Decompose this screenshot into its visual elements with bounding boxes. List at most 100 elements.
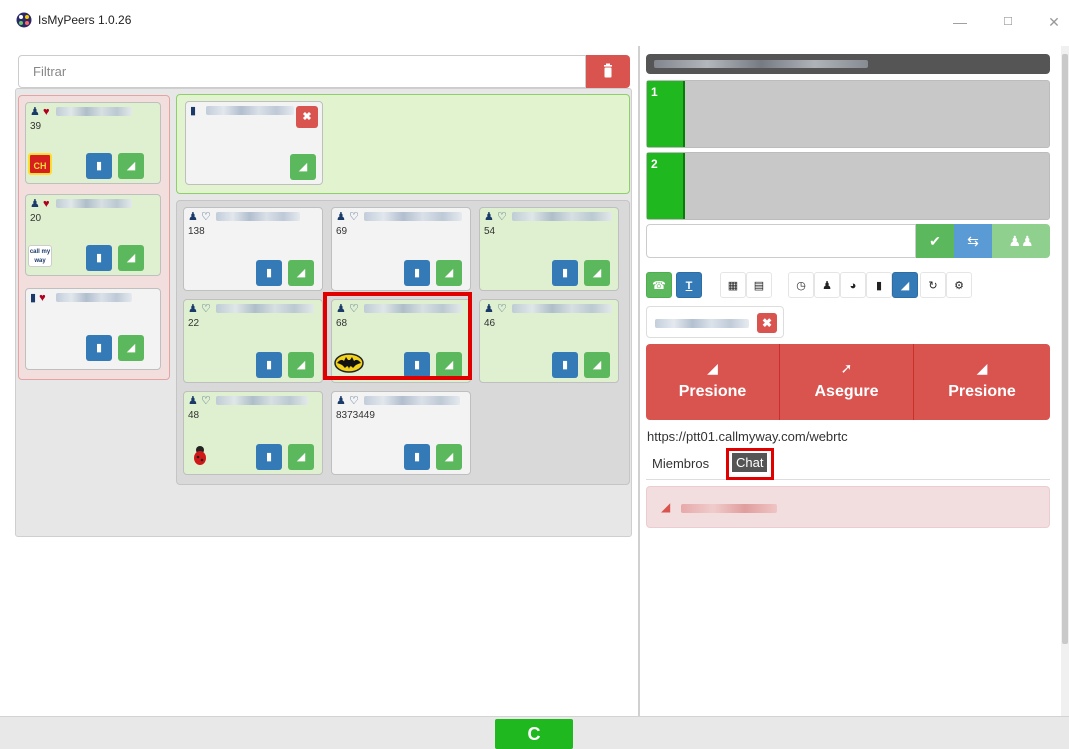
ptt-button[interactable]: ◢ <box>118 153 144 179</box>
peer-card[interactable]: ♟ ♡ 22 ▮ ◢ <box>183 299 323 383</box>
press-button[interactable]: ◢ Presione <box>646 344 780 420</box>
peer-card[interactable]: ♟ ♡ 69 ▮ ◢ <box>331 207 471 291</box>
text-icon: T <box>685 280 693 292</box>
globe-icon: ◕ <box>849 280 857 292</box>
channel-slot[interactable]: 2 <box>646 152 1050 220</box>
ptt-button[interactable]: ◢ <box>584 352 610 378</box>
minimize-button[interactable]: — <box>950 12 970 32</box>
ptt-button[interactable]: ◢ <box>290 154 316 180</box>
gear-icon: ⚙ <box>954 280 964 292</box>
peer-card[interactable]: ♟ ♡ 138 ▮ ◢ <box>183 207 323 291</box>
confirm-button[interactable]: ✔ <box>916 224 954 258</box>
check-icon: ✔ <box>929 233 941 249</box>
peer-card[interactable]: ♟ ♡ 48 ▮ ◢ <box>183 391 323 475</box>
comment-icon: ▮ <box>95 252 103 264</box>
person-icon: ♟ <box>30 106 40 118</box>
tab-members[interactable]: Miembros <box>652 456 709 471</box>
user-button[interactable]: ♟ <box>814 272 840 298</box>
message-button[interactable]: ▮ <box>866 272 892 298</box>
peer-card[interactable]: ♟ ♡ 8373449 ▮ ◢ <box>331 391 471 475</box>
ptt-button[interactable]: ◢ <box>118 245 144 271</box>
phone-mode-button[interactable]: ☎ <box>646 272 672 298</box>
heart-outline-icon: ♡ <box>200 395 211 407</box>
broadcast-button[interactable]: ◢ <box>892 272 918 298</box>
channel-slot[interactable]: 1 <box>646 80 1050 148</box>
chat-button[interactable]: ▮ <box>86 153 112 179</box>
list-icon: ▤ <box>753 280 765 292</box>
person-icon: ♟ <box>188 395 198 407</box>
comment-icon: ▮ <box>875 280 883 292</box>
close-conversation-button[interactable]: ✖ <box>296 106 318 128</box>
ptt-button[interactable]: ◢ <box>288 352 314 378</box>
conversation-card[interactable]: ▮ ✖ ◢ <box>185 101 323 185</box>
comment-icon: ▮ <box>30 292 37 304</box>
peer-card[interactable]: ♟ ♡ 46 ▮ ◢ <box>479 299 619 383</box>
refresh-icon: C <box>527 724 541 744</box>
swap-button[interactable]: ⇆ <box>954 224 992 258</box>
chat-button[interactable]: ▮ <box>552 260 578 286</box>
message-input[interactable] <box>646 224 916 258</box>
clear-filter-button[interactable] <box>586 55 630 88</box>
share-button[interactable]: ↻ <box>920 272 946 298</box>
peer-name-redacted <box>56 199 132 208</box>
chat-button[interactable]: ▮ <box>404 444 430 470</box>
maximize-button[interactable]: ☐ <box>998 12 1018 32</box>
comment-icon: ▮ <box>95 160 103 172</box>
heart-outline-icon: ♡ <box>200 303 211 315</box>
peer-card[interactable]: ▮ ♥ ▮ ◢ <box>25 288 161 370</box>
refresh-button[interactable]: C <box>495 719 573 749</box>
ptt-button[interactable]: ◢ <box>288 260 314 286</box>
remove-recipient-button[interactable]: ✖ <box>757 313 777 333</box>
heart-icon: ♥ <box>42 198 50 210</box>
globe-button[interactable]: ◕ <box>840 272 866 298</box>
peer-card[interactable]: ♟ ♥ 20 call my way ▮ ◢ <box>25 194 161 276</box>
list-view-button[interactable]: ▤ <box>746 272 772 298</box>
grid-view-button[interactable]: ▦ <box>720 272 746 298</box>
comment-icon: ▮ <box>95 342 103 354</box>
peer-card[interactable]: ♟ ♥ 39 CH ▮ ◢ <box>25 102 161 184</box>
person-icon: ♟ <box>336 211 346 223</box>
chat-button[interactable]: ▮ <box>86 335 112 361</box>
chat-button[interactable]: ▮ <box>256 444 282 470</box>
ptt-button[interactable]: ◢ <box>436 444 462 470</box>
ptt-controls: ◢ Presione ➚ Asegure ◢ Presione <box>646 344 1050 420</box>
megaphone-icon: ◢ <box>976 360 988 376</box>
scrollbar-thumb[interactable] <box>1062 54 1068 644</box>
peer-count: 8373449 <box>336 410 375 421</box>
person-icon: ♟ <box>30 198 40 210</box>
chat-button[interactable]: ▮ <box>86 245 112 271</box>
chat-button[interactable]: ▮ <box>552 352 578 378</box>
group-button[interactable]: ♟♟ <box>992 224 1050 258</box>
chat-button[interactable]: ▮ <box>404 260 430 286</box>
filter-input[interactable] <box>18 55 586 88</box>
share-icon: ↻ <box>928 280 938 292</box>
close-window-button[interactable]: ✕ <box>1044 12 1064 32</box>
settings-button[interactable]: ⚙ <box>946 272 972 298</box>
heart-icon: ♥ <box>39 292 46 304</box>
scrollbar[interactable] <box>1061 46 1069 716</box>
comment-icon: ▮ <box>190 105 197 117</box>
lock-button[interactable]: ➚ Asegure <box>780 344 914 420</box>
chat-button[interactable]: ▮ <box>256 260 282 286</box>
person-icon: ♟ <box>188 303 198 315</box>
peer-card[interactable]: ♟ ♡ 54 ▮ ◢ <box>479 207 619 291</box>
peer-name-redacted <box>364 212 462 221</box>
peer-name-redacted <box>512 304 612 313</box>
history-button[interactable]: ◷ <box>788 272 814 298</box>
peer-count: 54 <box>484 226 496 237</box>
ptt-button[interactable]: ◢ <box>436 260 462 286</box>
conversation-header <box>646 54 1050 74</box>
comment-icon: ▮ <box>413 451 421 463</box>
text-mode-button[interactable]: T <box>676 272 702 298</box>
active-conversation-group: ▮ ✖ ◢ <box>176 94 630 194</box>
ptt-button[interactable]: ◢ <box>288 444 314 470</box>
member-list-item[interactable]: ◢ <box>646 486 1050 528</box>
megaphone-icon: ◢ <box>296 451 306 463</box>
ptt-button[interactable]: ◢ <box>118 335 144 361</box>
ptt-button[interactable]: ◢ <box>584 260 610 286</box>
peer-name-redacted <box>216 396 308 405</box>
chat-button[interactable]: ▮ <box>256 352 282 378</box>
member-name-redacted <box>681 504 777 513</box>
press-button[interactable]: ◢ Presione <box>914 344 1050 420</box>
peer-count: 69 <box>336 226 348 237</box>
